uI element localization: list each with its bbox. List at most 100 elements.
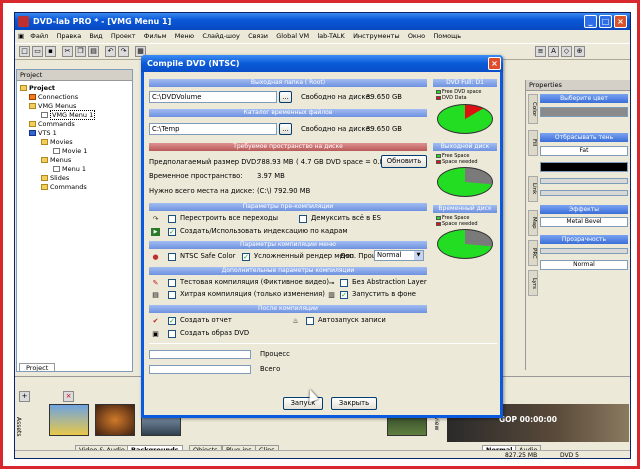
test-compile-checkbox[interactable]: [168, 279, 176, 287]
vtab-link[interactable]: Link: [528, 176, 538, 202]
align-icon[interactable]: ≡: [535, 46, 546, 57]
tree-item-project[interactable]: Project: [20, 84, 55, 92]
test-compile-label: Тестовая компиляция (Фиктивное видео): [180, 278, 330, 286]
shadow-slider-1[interactable]: [540, 178, 628, 184]
redo-icon[interactable]: ↷: [118, 46, 129, 57]
tree-item-commands[interactable]: Commands: [29, 120, 75, 128]
close-button[interactable]: Закрыть: [331, 397, 377, 410]
open-icon[interactable]: ▭: [32, 46, 43, 57]
temp-free-label: Свободно на диске:: [301, 125, 372, 133]
add-icon[interactable]: +: [19, 391, 30, 402]
create-image-checkbox[interactable]: [168, 330, 176, 338]
shadow-select[interactable]: Fat: [540, 146, 628, 156]
undo-icon[interactable]: ↶: [105, 46, 116, 57]
save-icon[interactable]: ▪: [45, 46, 56, 57]
menu-menu[interactable]: Меню: [172, 30, 197, 43]
zoom-icon[interactable]: ⊕: [574, 46, 585, 57]
project-tab[interactable]: Project: [19, 363, 56, 371]
demux-es-checkbox[interactable]: [299, 215, 307, 223]
tree-item-menu-1[interactable]: Menu 1: [53, 165, 86, 173]
create-report-checkbox[interactable]: ✓: [168, 317, 176, 325]
menu-global-vm[interactable]: Global VM: [273, 30, 312, 43]
minimize-icon[interactable]: _: [584, 15, 597, 28]
project-panel-title: Project: [17, 70, 132, 81]
redo-transitions-icon: ↷: [152, 215, 159, 223]
menu-movie[interactable]: Фильм: [141, 30, 170, 43]
vtab-map[interactable]: Map: [528, 210, 538, 236]
menu-project[interactable]: Проект: [108, 30, 139, 43]
effects-select[interactable]: Metal Bevel: [540, 217, 628, 227]
vtab-prc[interactable]: PRC: [528, 240, 538, 266]
shape-icon[interactable]: ◇: [561, 46, 572, 57]
maximize-icon[interactable]: □: [599, 15, 612, 28]
menu-tools[interactable]: Инструменты: [350, 30, 403, 43]
vtab-color[interactable]: Color: [528, 94, 538, 124]
tree-item-menus[interactable]: Menus: [41, 156, 71, 164]
transparency-slider[interactable]: [540, 248, 628, 254]
temp-folder-header: Каталог временных файлов: [149, 109, 427, 117]
cut-icon[interactable]: ✂: [62, 46, 73, 57]
tree-item-movies[interactable]: Movies: [41, 138, 73, 146]
close-icon[interactable]: ×: [614, 15, 627, 28]
temp-browse-button[interactable]: ...: [279, 123, 292, 135]
menu-lab-talk[interactable]: lab-TALK: [314, 30, 347, 43]
tree-item-vmg-menus[interactable]: VMG Menus: [29, 102, 76, 110]
menu-view[interactable]: Вид: [86, 30, 105, 43]
status-dvd: DVD 5: [560, 452, 579, 459]
extra-proc-select[interactable]: Normal ▼: [374, 250, 424, 261]
blend-mode-select[interactable]: Normal: [540, 260, 628, 270]
chevron-down-icon[interactable]: ▼: [414, 251, 423, 260]
tree-item-movie-1[interactable]: Movie 1: [53, 147, 87, 155]
shadow-slider-2[interactable]: [540, 190, 628, 196]
output-path-field[interactable]: C:\DVDVolume: [149, 91, 277, 103]
tree-item-vts-1[interactable]: VTS 1: [29, 129, 57, 137]
dialog-titlebar[interactable]: Compile DVD (NTSC) ×: [141, 55, 503, 72]
vtab-lyrs[interactable]: Lyrs: [528, 270, 538, 296]
new-icon[interactable]: □: [19, 46, 30, 57]
folder-icon: [41, 184, 48, 190]
text-icon[interactable]: A: [548, 46, 559, 57]
enhanced-render-checkbox[interactable]: ✓: [242, 253, 250, 261]
delete-icon[interactable]: ×: [63, 391, 74, 402]
dialog-close-icon[interactable]: ×: [488, 57, 501, 70]
app-title: DVD-lab PRO * - [VMG Menu 1]: [33, 17, 172, 26]
temp-space-label: Временное пространство:: [149, 172, 243, 180]
redo-transitions-checkbox[interactable]: [168, 215, 176, 223]
update-button[interactable]: Обновить: [381, 155, 427, 168]
tree-item-vmg-menu-1[interactable]: VMG Menu 1: [41, 110, 96, 120]
pie-output-disk: [437, 167, 493, 197]
smart-compile-checkbox[interactable]: [168, 291, 176, 299]
after-compile-header: После компиляции: [149, 305, 427, 313]
asset-thumbnail[interactable]: [95, 404, 135, 436]
copy-icon[interactable]: ❐: [75, 46, 86, 57]
shadow-color-swatch[interactable]: [540, 162, 628, 172]
menu-slideshow[interactable]: Слайд-шоу: [199, 30, 243, 43]
paste-icon[interactable]: ▤: [88, 46, 99, 57]
menu-links[interactable]: Связи: [245, 30, 271, 43]
autostart-icon: ♨: [292, 317, 299, 325]
process-progress-bar: [149, 350, 251, 359]
temp-path-field[interactable]: C:\Temp: [149, 123, 277, 135]
no-abstraction-checkbox[interactable]: [340, 279, 348, 287]
frame-index-checkbox[interactable]: ✓: [168, 228, 176, 236]
output-browse-button[interactable]: ...: [279, 91, 292, 103]
main-titlebar[interactable]: DVD-lab PRO * - [VMG Menu 1] _ □ ×: [15, 13, 630, 30]
background-icon: ▥: [328, 291, 335, 299]
tree-item-connections[interactable]: Connections: [29, 93, 78, 101]
color-swatch[interactable]: [540, 107, 628, 117]
menu-help[interactable]: Помощь: [430, 30, 464, 43]
ntsc-safe-checkbox[interactable]: [168, 253, 176, 261]
legend-swatch-red: [436, 221, 441, 226]
tree-item-commands-vts[interactable]: Commands: [41, 183, 87, 191]
legend-swatch-green: [436, 89, 441, 94]
ntsc-color-icon: ●: [152, 253, 159, 261]
background-checkbox[interactable]: ✓: [340, 291, 348, 299]
menu-window[interactable]: Окно: [405, 30, 428, 43]
autostart-checkbox[interactable]: [306, 317, 314, 325]
folder-icon: [29, 103, 36, 109]
asset-thumbnail[interactable]: [49, 404, 89, 436]
vtab-fill[interactable]: Fill: [528, 130, 538, 156]
menu-file[interactable]: Файл: [27, 30, 51, 43]
menu-edit[interactable]: Правка: [53, 30, 84, 43]
tree-item-slides[interactable]: Slides: [41, 174, 69, 182]
